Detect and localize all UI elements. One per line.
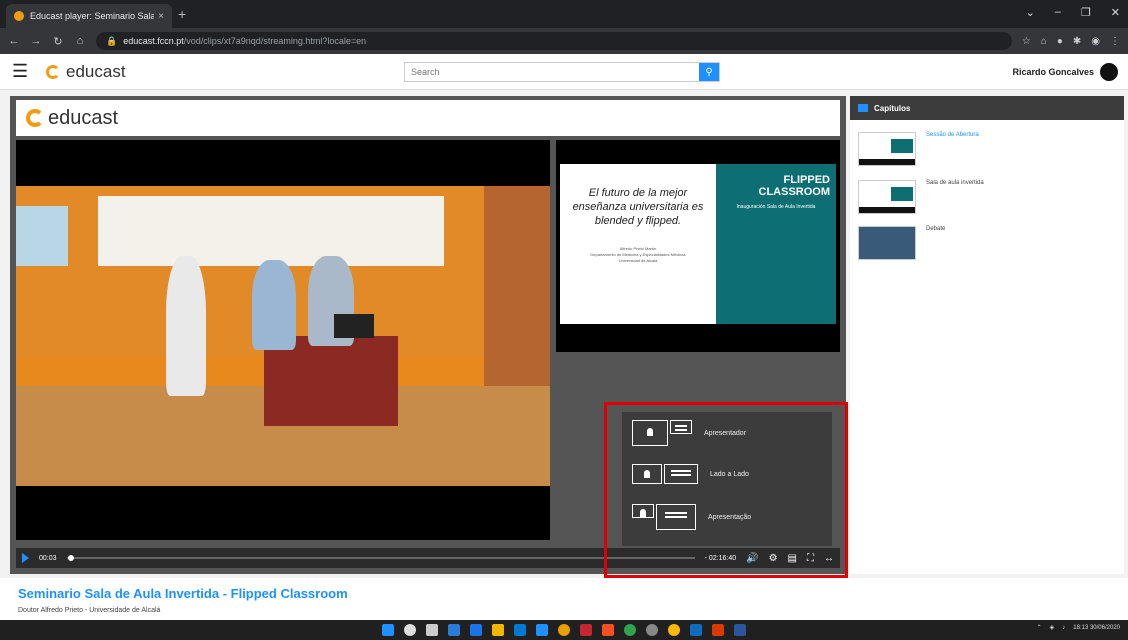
chapters-icon [858, 104, 868, 112]
app-icon[interactable] [668, 624, 680, 636]
search-icon[interactable] [404, 624, 416, 636]
back-icon[interactable]: ← [8, 35, 20, 47]
system-tray: ⌃ ◈ ♪ 18:13 30/06/2020 [1037, 624, 1120, 632]
profile-icon[interactable]: ◉ [1091, 36, 1100, 47]
browser-tab[interactable]: Educast player: Seminario Sala d... × [6, 4, 172, 28]
url-domain: educast.fccn.pt [123, 36, 184, 46]
volume-icon[interactable]: ♪ [1062, 625, 1065, 631]
url-path: /vod/clips/xt7a9nqd/streaming.html?local… [183, 36, 367, 46]
app-icon[interactable] [536, 624, 548, 636]
chapters-header: Capítulos [850, 96, 1124, 120]
window-controls: ⌄ – ❐ ✕ [1026, 6, 1120, 19]
avatar-icon [1100, 63, 1118, 81]
xbox-icon[interactable] [624, 624, 636, 636]
star-icon[interactable]: ☆ [1022, 36, 1031, 47]
browser-tab-bar: Educast player: Seminario Sala d... × + … [0, 0, 1128, 28]
app-icon[interactable] [690, 624, 702, 636]
clock[interactable]: 18:13 30/06/2020 [1073, 625, 1120, 631]
player-logo: educast [16, 100, 840, 136]
slides-video[interactable]: El futuro de la mejor enseñanza universi… [556, 140, 840, 352]
video-title: Seminario Sala de Aula Invertida - Flipp… [18, 586, 348, 601]
slide-headline: El futuro de la mejor enseñanza universi… [572, 187, 704, 227]
gear-icon[interactable] [646, 624, 658, 636]
chapter-thumbnail [858, 132, 916, 166]
close-tab-icon[interactable]: × [158, 11, 164, 22]
task-view-icon[interactable] [426, 624, 438, 636]
search-button[interactable]: ⚲ [699, 63, 719, 81]
file-explorer-icon[interactable] [492, 624, 504, 636]
search-box: ⚲ [404, 62, 720, 82]
flipped-classroom-poster: FLIPPED CLASSROOM Inauguración Sala de A… [716, 164, 836, 324]
menu-icon[interactable]: ⋮ [1110, 36, 1120, 47]
app-icon[interactable] [712, 624, 724, 636]
minimize-icon[interactable]: – [1055, 6, 1061, 19]
main-content: educast El futuro de la mejor enseñanza … [0, 90, 1128, 620]
chapter-item[interactable]: Sala de aula invertida [858, 180, 984, 214]
progress-handle[interactable] [67, 555, 74, 561]
hamburger-menu-icon[interactable]: ☰ [12, 61, 32, 82]
layout-option-side-by-side[interactable]: Lado a Lado [632, 464, 749, 484]
site-logo[interactable]: educast [46, 62, 126, 82]
word-icon[interactable] [734, 624, 746, 636]
side-by-side-layout-icon [632, 464, 698, 484]
layout-option-presenter[interactable]: Apresentador [632, 420, 746, 446]
chapter-thumbnail [858, 180, 916, 214]
app-icon[interactable] [448, 624, 460, 636]
logo-mark-icon [26, 109, 44, 127]
windows-start-icon[interactable] [382, 624, 394, 636]
video-author: Doutor Alfredo Prieto - Universidade de … [18, 607, 161, 614]
chapter-item[interactable]: Sessão de Abertura [858, 132, 979, 166]
chevron-down-icon[interactable]: ⌄ [1026, 6, 1035, 19]
search-input[interactable] [405, 63, 699, 81]
play-icon[interactable] [22, 553, 29, 563]
app-icon[interactable] [470, 624, 482, 636]
extension-icon[interactable]: ⌂ [1041, 36, 1047, 47]
presenter-scene-image [16, 186, 550, 486]
logo-mark-icon [46, 64, 60, 79]
slide-image: El futuro de la mejor enseñanza universi… [560, 164, 836, 324]
app-icon[interactable] [602, 624, 614, 636]
player-logo-text: educast [48, 106, 119, 129]
chevron-up-icon[interactable]: ⌃ [1037, 624, 1042, 631]
lock-icon: 🔒 [106, 35, 118, 46]
app-icon[interactable] [514, 624, 526, 636]
browser-nav-bar: ← → ↻ ⌂ 🔒 educast.fccn.pt /vod/clips/xt7… [0, 28, 1128, 54]
chrome-icon[interactable] [558, 624, 570, 636]
favicon-icon [14, 11, 24, 21]
chapters-panel: Capítulos Sessão de Abertura Sala de aul… [850, 96, 1124, 574]
presenter-layout-icon [632, 420, 692, 446]
new-tab-button[interactable]: + [178, 6, 186, 22]
windows-taskbar: ⌃ ◈ ♪ 18:13 30/06/2020 [0, 620, 1128, 640]
forward-icon[interactable]: → [30, 35, 42, 47]
presentation-layout-icon [632, 504, 696, 530]
reload-icon[interactable]: ↻ [52, 35, 64, 48]
layout-menu: Apresentador Lado a Lado Apresentação [622, 412, 832, 546]
extension-icons: ☆ ⌂ ● ✱ ◉ ⋮ [1022, 36, 1120, 47]
chapter-item[interactable]: Debate [858, 226, 945, 260]
home-icon[interactable]: ⌂ [74, 35, 86, 47]
tab-title: Educast player: Seminario Sala d... [30, 11, 155, 21]
puzzle-icon[interactable]: ✱ [1073, 36, 1081, 47]
maximize-icon[interactable]: ❐ [1081, 6, 1091, 19]
user-menu[interactable]: Ricardo Goncalves [1012, 63, 1118, 81]
close-window-icon[interactable]: ✕ [1111, 6, 1120, 19]
user-name: Ricardo Goncalves [1012, 67, 1094, 77]
progress-bar[interactable] [66, 555, 695, 561]
site-header: ☰ educast ⚲ Ricardo Goncalves [0, 54, 1128, 90]
chapter-thumbnail [858, 226, 916, 260]
address-bar[interactable]: 🔒 educast.fccn.pt /vod/clips/xt7a9nqd/st… [96, 32, 1012, 50]
presenter-video[interactable] [16, 140, 550, 540]
app-icon[interactable] [580, 624, 592, 636]
current-time: 00:03 [39, 554, 57, 562]
layout-option-presentation[interactable]: Apresentação [632, 504, 751, 530]
extension-icon[interactable]: ● [1057, 36, 1063, 47]
network-icon[interactable]: ◈ [1050, 624, 1055, 631]
video-info: Seminario Sala de Aula Invertida - Flipp… [0, 578, 1128, 620]
logo-text: educast [66, 61, 126, 81]
